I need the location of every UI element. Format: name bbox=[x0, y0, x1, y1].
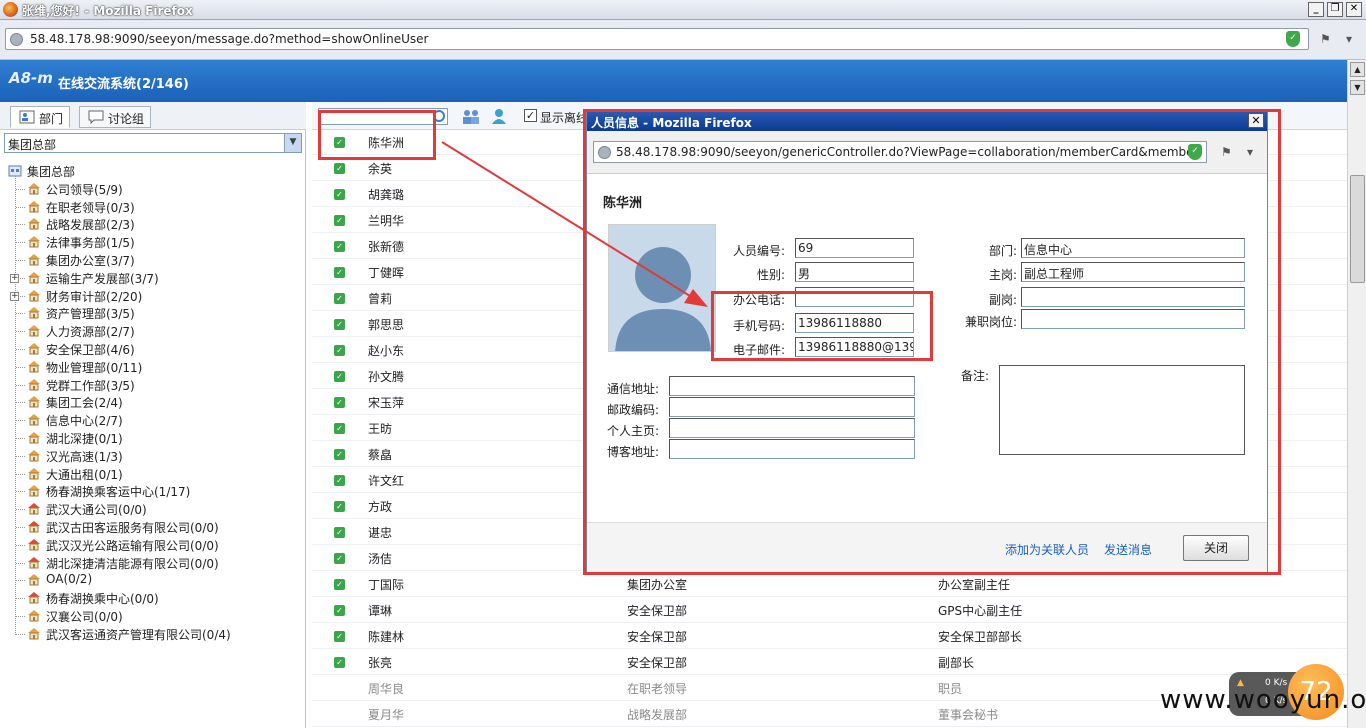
watermark: www.wooyun.org bbox=[1160, 685, 1366, 715]
annotation-arrow bbox=[441, 141, 708, 307]
